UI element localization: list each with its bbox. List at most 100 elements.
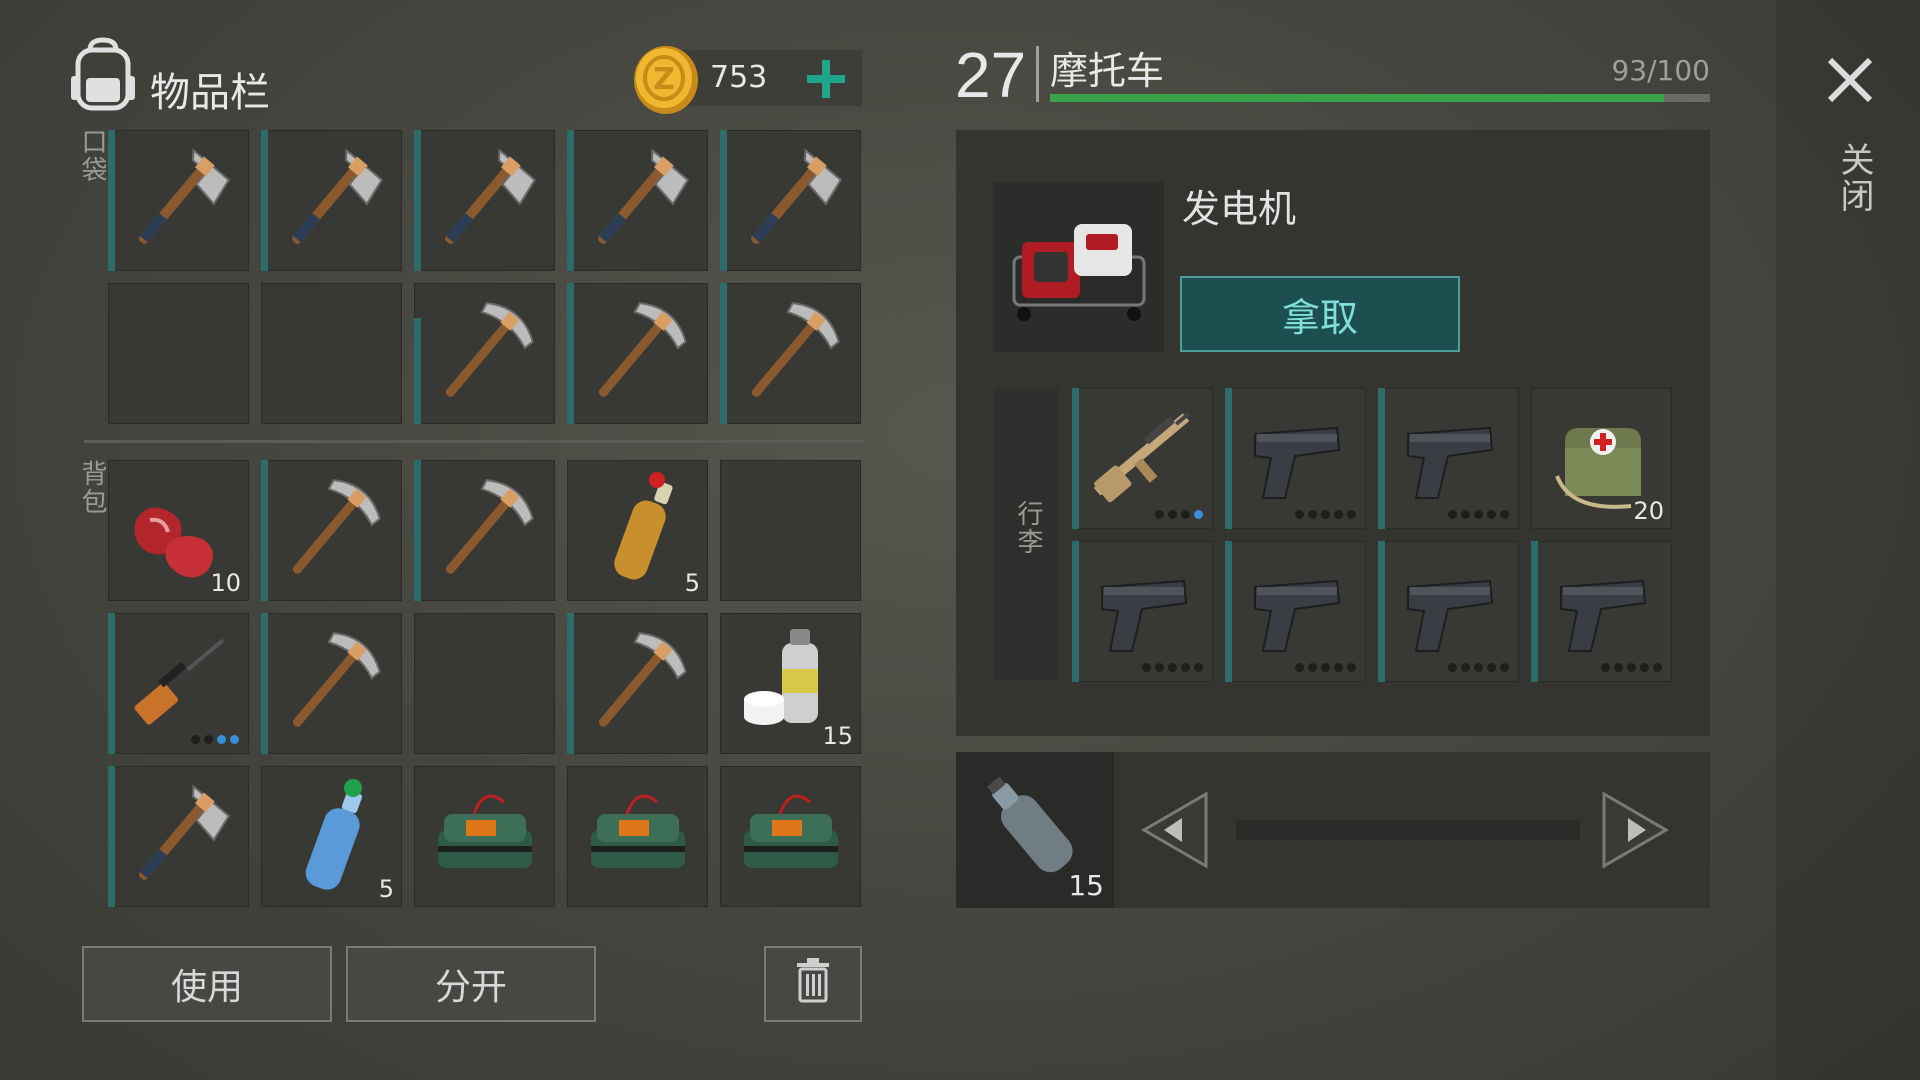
upgrade-dot: [1448, 663, 1457, 672]
vehicle-name: 摩托车: [1050, 49, 1165, 93]
trash-icon: [793, 955, 833, 1014]
pickaxe-icon: [445, 302, 534, 397]
pocket-slot[interactable]: [261, 283, 402, 424]
trunk-slot[interactable]: [1072, 541, 1213, 682]
take-button[interactable]: 拿取: [1180, 276, 1460, 352]
c4-explosive-icon: [438, 794, 532, 868]
c4-explosive-icon: [591, 794, 685, 868]
upgrade-dot: [230, 735, 239, 744]
upgrade-dot: [1461, 510, 1470, 519]
bag-slot[interactable]: 5: [261, 766, 402, 907]
pickaxe-icon: [598, 632, 687, 727]
arrow-left-icon[interactable]: [1140, 790, 1210, 870]
upgrade-dot: [1640, 663, 1649, 672]
upgrade-dot: [1347, 663, 1356, 672]
upgrade-dots: [1448, 663, 1509, 672]
bag-label: 背包: [77, 460, 107, 516]
trash-button[interactable]: [764, 946, 862, 1022]
split-button[interactable]: 分开: [346, 946, 596, 1022]
bag-slot[interactable]: [108, 766, 249, 907]
hatchet-icon: [751, 148, 843, 244]
pocket-slot[interactable]: [108, 130, 249, 271]
hatchet-icon: [445, 148, 537, 244]
pickaxe-icon: [292, 632, 381, 727]
coin-icon: Z: [632, 44, 700, 116]
trunk-slot[interactable]: [1225, 388, 1366, 529]
capacity-bar: [1050, 94, 1710, 102]
upgrade-dot: [191, 735, 200, 744]
bag-slot[interactable]: [567, 613, 708, 754]
pocket-slot[interactable]: [567, 130, 708, 271]
bag-slot[interactable]: [720, 460, 861, 601]
hatchet-icon: [139, 148, 231, 244]
c4-explosive-icon: [744, 794, 838, 868]
upgrade-dot: [1308, 510, 1317, 519]
hatchet-icon: [292, 148, 384, 244]
upgrade-dot: [1487, 663, 1496, 672]
upgrade-dot: [1627, 663, 1636, 672]
pistol-icon: [1101, 579, 1188, 652]
bag-slot[interactable]: [108, 613, 249, 754]
pocket-slot[interactable]: [414, 130, 555, 271]
trunk-label: 行李: [1013, 500, 1043, 556]
plus-icon[interactable]: [805, 58, 847, 100]
bag-slot[interactable]: [414, 460, 555, 601]
bag-slot[interactable]: [414, 613, 555, 754]
pocket-slot[interactable]: [261, 130, 402, 271]
bag-slot[interactable]: [414, 766, 555, 907]
upgrade-dot: [1653, 663, 1662, 672]
upgrade-dots: [191, 735, 239, 744]
arrow-right-icon[interactable]: [1600, 790, 1670, 870]
bag-slot[interactable]: 5: [567, 460, 708, 601]
transfer-item-slot[interactable]: 15: [956, 752, 1114, 908]
item-count: 5: [378, 875, 394, 903]
section-divider: [84, 440, 864, 443]
bag-slot[interactable]: [567, 766, 708, 907]
upgrade-dot: [1308, 663, 1317, 672]
upgrade-dot: [1155, 663, 1164, 672]
upgrade-dot: [1448, 510, 1457, 519]
item-count: 10: [210, 569, 241, 597]
bag-slot[interactable]: [720, 766, 861, 907]
pocket-slot[interactable]: [720, 283, 861, 424]
pocket-slot[interactable]: [720, 130, 861, 271]
upgrade-dot: [1321, 510, 1330, 519]
bag-slot[interactable]: [261, 613, 402, 754]
upgrade-dot: [217, 735, 226, 744]
upgrade-dot: [1347, 510, 1356, 519]
trunk-slot[interactable]: [1072, 388, 1213, 529]
upgrade-dot: [1181, 510, 1190, 519]
currency-amount: 753: [710, 60, 768, 95]
generator-icon: [1012, 224, 1146, 321]
generator-name: 发电机: [1182, 187, 1297, 231]
close-label[interactable]: 关闭: [1830, 142, 1879, 214]
item-count: 20: [1633, 497, 1664, 525]
upgrade-dot: [1474, 510, 1483, 519]
upgrade-dots: [1601, 663, 1662, 672]
trunk-slot[interactable]: 20: [1531, 388, 1672, 529]
trunk-slot[interactable]: [1225, 541, 1366, 682]
capacity-text: 93/100: [1611, 54, 1710, 87]
bag-slot[interactable]: 15: [720, 613, 861, 754]
bag-slot[interactable]: [261, 460, 402, 601]
transfer-slider-track[interactable]: [1236, 820, 1580, 840]
trunk-slot[interactable]: [1378, 541, 1519, 682]
upgrade-dots: [1155, 510, 1203, 519]
pickaxe-icon: [751, 302, 840, 397]
upgrade-dot: [1181, 663, 1190, 672]
trunk-slot[interactable]: [1531, 541, 1672, 682]
close-icon[interactable]: [1826, 56, 1874, 104]
pocket-slot[interactable]: [567, 283, 708, 424]
pocket-slot[interactable]: [414, 283, 555, 424]
use-button[interactable]: 使用: [82, 946, 332, 1022]
upgrade-dot: [1295, 663, 1304, 672]
trunk-slot[interactable]: [1378, 388, 1519, 529]
sniper-rifle-icon: [131, 638, 225, 725]
bag-slot[interactable]: 10: [108, 460, 249, 601]
upgrade-dot: [1614, 663, 1623, 672]
pistol-icon: [1560, 579, 1647, 652]
upgrade-dots: [1448, 510, 1509, 519]
pistol-icon: [1407, 426, 1494, 499]
pocket-slot[interactable]: [108, 283, 249, 424]
transfer-item-count: 15: [1068, 869, 1104, 902]
